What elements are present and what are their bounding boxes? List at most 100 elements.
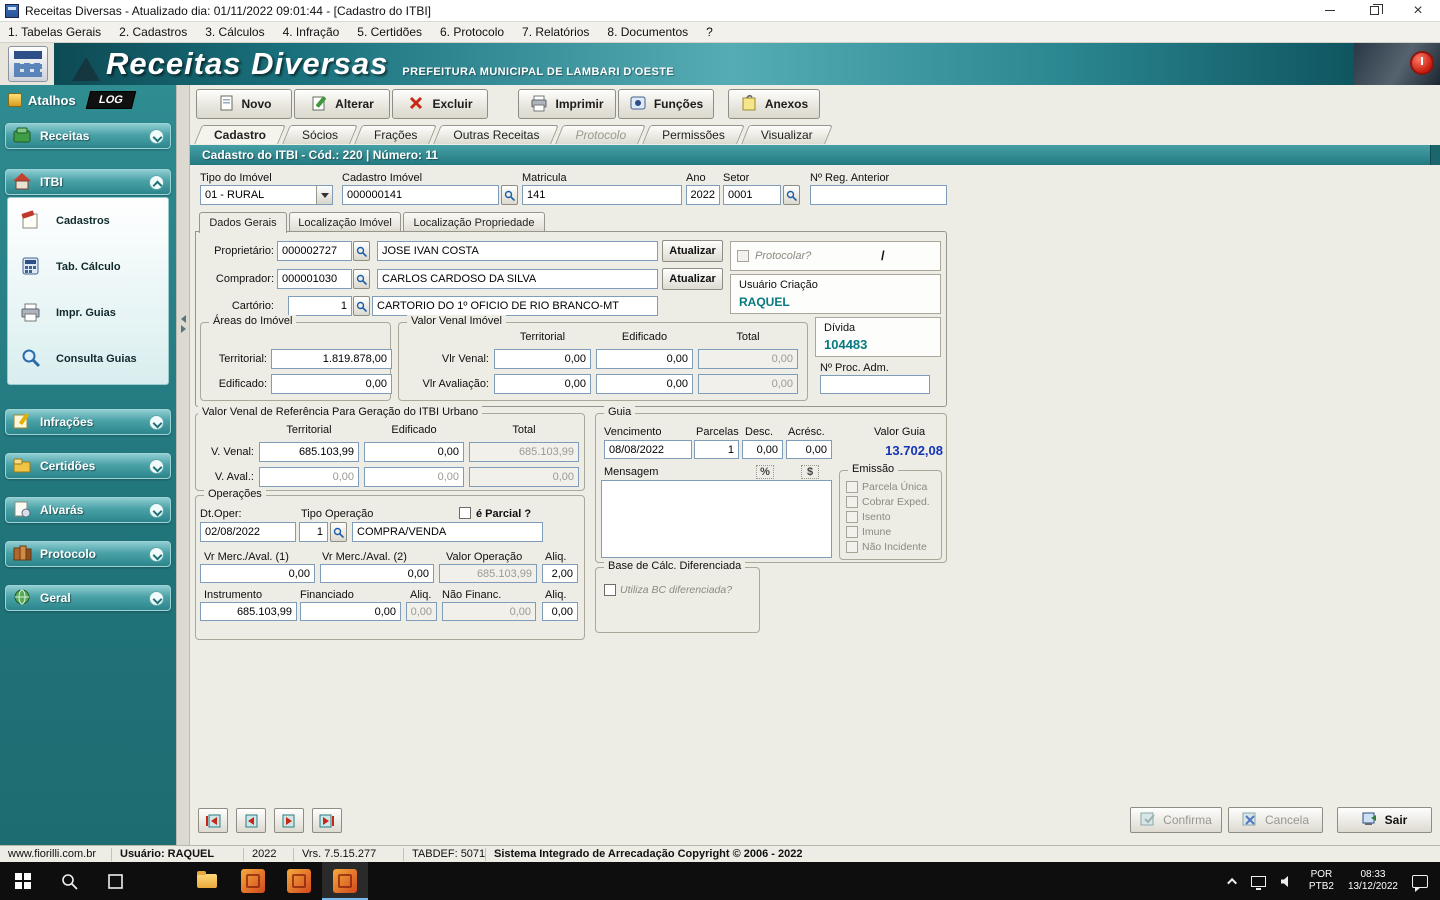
- comprador-code-input[interactable]: 000001030: [277, 269, 352, 289]
- browser-button[interactable]: [138, 862, 184, 900]
- sidebar-item-infracoes[interactable]: Infrações: [5, 409, 171, 435]
- close-button[interactable]: ×: [1396, 0, 1440, 21]
- menu-infracao[interactable]: 4. Infração: [283, 25, 340, 39]
- tipo-imovel-select[interactable]: 01 - RURAL: [200, 185, 333, 205]
- acresc-input[interactable]: 0,00: [786, 440, 832, 459]
- vvi-venal-edificado-input[interactable]: 0,00: [596, 349, 693, 369]
- submenu-item-impr-guias[interactable]: Impr. Guias: [8, 296, 168, 330]
- itab-localizacao-propriedade[interactable]: Localização Propriedade: [403, 212, 545, 232]
- task-view-button[interactable]: [92, 862, 138, 900]
- sidebar-item-itbi[interactable]: ITBI: [5, 169, 171, 195]
- e-parcial-checkbox[interactable]: [459, 507, 471, 519]
- language-indicator[interactable]: POR PTB2: [1302, 862, 1341, 900]
- tab-visualizar[interactable]: Visualizar: [745, 125, 829, 144]
- menu-documentos[interactable]: 8. Documentos: [607, 25, 688, 39]
- log-badge[interactable]: LOG: [85, 91, 136, 109]
- menu-tabelas-gerais[interactable]: 1. Tabelas Gerais: [8, 25, 101, 39]
- percent-button[interactable]: %: [756, 465, 774, 479]
- alterar-button[interactable]: Alterar: [294, 89, 390, 119]
- proprietario-atualizar-button[interactable]: Atualizar: [662, 240, 723, 262]
- chevron-up-icon[interactable]: [149, 174, 164, 190]
- sidebar-item-alvaras[interactable]: Alvarás: [5, 497, 171, 523]
- ref-venal-edificado-input[interactable]: 0,00: [364, 442, 464, 462]
- nav-prior-button[interactable]: [236, 808, 266, 833]
- action-center-button[interactable]: [1405, 862, 1440, 900]
- anexos-button[interactable]: Anexos: [728, 89, 820, 119]
- tipo-operacao-search-button[interactable]: [330, 522, 347, 542]
- file-explorer-button[interactable]: [184, 862, 230, 900]
- cadastro-imovel-search-button[interactable]: [501, 185, 518, 205]
- vm2-input[interactable]: 0,00: [320, 564, 434, 583]
- comprador-atualizar-button[interactable]: Atualizar: [662, 268, 723, 290]
- cartorio-name-input[interactable]: CARTORIO DO 1º OFICIO DE RIO BRANCO-MT: [372, 296, 658, 316]
- nav-last-button[interactable]: [312, 808, 342, 833]
- app2-button[interactable]: [276, 862, 322, 900]
- menu-relatorios[interactable]: 7. Relatórios: [522, 25, 589, 39]
- mensagem-textarea[interactable]: [601, 480, 832, 558]
- funcoes-button[interactable]: Funções: [618, 89, 714, 119]
- proprietario-name-input[interactable]: JOSE IVAN COSTA: [377, 241, 658, 261]
- setor-search-button[interactable]: [783, 185, 800, 205]
- sidebar-item-protocolo[interactable]: Protocolo: [5, 541, 171, 567]
- sidebar-item-receitas[interactable]: Receitas: [5, 123, 171, 149]
- menu-protocolo[interactable]: 6. Protocolo: [440, 25, 504, 39]
- menu-calculos[interactable]: 3. Cálculos: [205, 25, 264, 39]
- ref-aval-territorial-input[interactable]: 0,00: [259, 467, 359, 487]
- nav-first-button[interactable]: [198, 808, 228, 833]
- cifrao-button[interactable]: $: [801, 465, 819, 479]
- tab-permissoes[interactable]: Permissões: [646, 125, 741, 144]
- itab-dados-gerais[interactable]: Dados Gerais: [199, 212, 287, 233]
- volume-button[interactable]: [1273, 862, 1302, 900]
- instrumento-input[interactable]: 685.103,99: [200, 602, 297, 621]
- taskbar-search-button[interactable]: [46, 862, 92, 900]
- chevron-down-icon[interactable]: [149, 502, 164, 518]
- imprimir-button[interactable]: Imprimir: [518, 89, 616, 119]
- chevron-down-icon[interactable]: [149, 128, 164, 144]
- comprador-name-input[interactable]: CARLOS CARDOSO DA SILVA: [377, 269, 658, 289]
- sair-button[interactable]: Sair: [1337, 807, 1432, 833]
- app1-button[interactable]: [230, 862, 276, 900]
- submenu-item-cadastros[interactable]: Cadastros: [8, 204, 168, 238]
- clock[interactable]: 08:33 13/12/2022: [1341, 862, 1405, 900]
- setor-input[interactable]: 0001: [723, 185, 781, 205]
- tab-socios[interactable]: Sócios: [286, 125, 354, 144]
- minimize-button[interactable]: [1308, 0, 1352, 21]
- vvi-aval-territorial-input[interactable]: 0,00: [494, 374, 591, 394]
- tipo-operacao-name-input[interactable]: COMPRA/VENDA: [352, 522, 543, 542]
- vvi-aval-edificado-input[interactable]: 0,00: [596, 374, 693, 394]
- tab-fracoes[interactable]: Frações: [358, 125, 433, 144]
- dt-oper-input[interactable]: 02/08/2022: [200, 522, 296, 542]
- comprador-search-button[interactable]: [353, 269, 370, 289]
- restore-button[interactable]: [1352, 0, 1396, 21]
- sidebar-splitter[interactable]: [176, 85, 190, 845]
- proprietario-search-button[interactable]: [353, 241, 370, 261]
- power-button-icon[interactable]: [1410, 51, 1434, 75]
- areas-territorial-input[interactable]: 1.819.878,00: [271, 349, 392, 369]
- bc-diferenciada-checkbox[interactable]: [604, 584, 616, 596]
- submenu-item-tab-calculo[interactable]: Tab. Cálculo: [8, 250, 168, 284]
- chevron-down-icon[interactable]: [149, 414, 164, 430]
- proc-adm-input[interactable]: [820, 375, 930, 394]
- ref-aval-edificado-input[interactable]: 0,00: [364, 467, 464, 487]
- tipo-operacao-code-input[interactable]: 1: [299, 522, 328, 542]
- aliq3-input[interactable]: 0,00: [542, 602, 578, 621]
- areas-edificado-input[interactable]: 0,00: [271, 374, 392, 394]
- chevron-down-icon[interactable]: [149, 590, 164, 606]
- menu-cadastros[interactable]: 2. Cadastros: [119, 25, 187, 39]
- submenu-item-consulta-guias[interactable]: Consulta Guias: [8, 342, 168, 376]
- vvi-venal-territorial-input[interactable]: 0,00: [494, 349, 591, 369]
- proprietario-code-input[interactable]: 000002727: [277, 241, 352, 261]
- sidebar-item-geral[interactable]: Geral: [5, 585, 171, 611]
- cartorio-code-input[interactable]: 1: [288, 296, 352, 316]
- tab-cadastro[interactable]: Cadastro: [198, 125, 282, 144]
- cadastro-imovel-input[interactable]: 000000141: [342, 185, 499, 205]
- ano-input[interactable]: 2022: [686, 185, 720, 205]
- reg-anterior-input[interactable]: [810, 185, 947, 205]
- nav-next-button[interactable]: [274, 808, 304, 833]
- menu-help[interactable]: ?: [706, 25, 713, 39]
- network-button[interactable]: [1244, 862, 1273, 900]
- financiado-input[interactable]: 0,00: [300, 602, 401, 621]
- excluir-button[interactable]: Excluir: [392, 89, 488, 119]
- sidebar-item-certidoes[interactable]: Certidões: [5, 453, 171, 479]
- app3-button-active[interactable]: [322, 862, 368, 900]
